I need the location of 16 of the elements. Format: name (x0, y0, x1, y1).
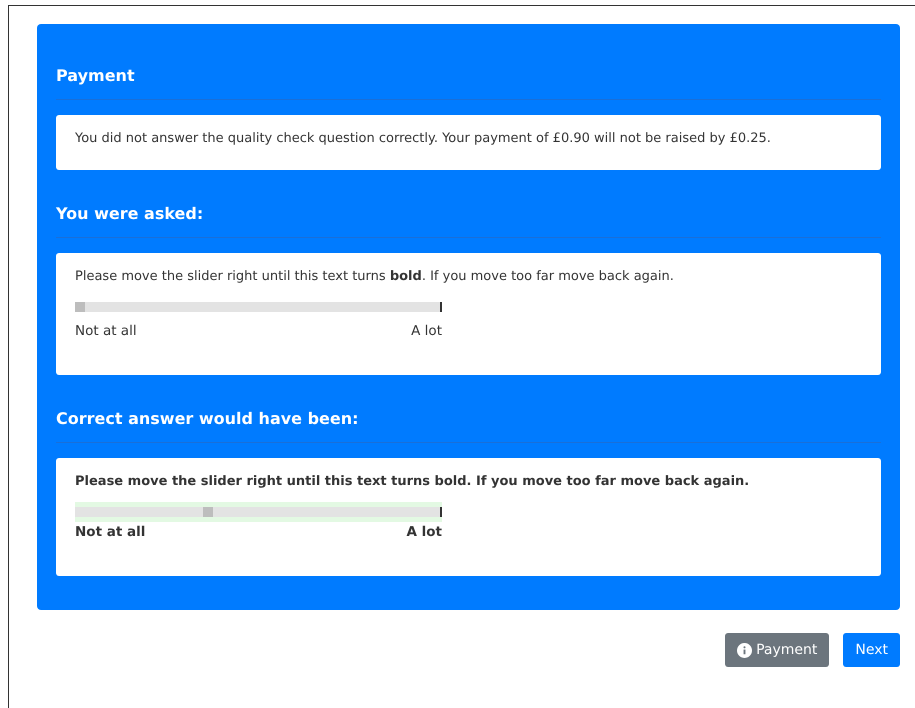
section-heading: Correct answer would have been: (56, 409, 881, 443)
section-heading: Payment (56, 66, 881, 100)
next-button[interactable]: Next (843, 633, 900, 667)
slider-thumb[interactable] (75, 302, 85, 312)
slider-thumb[interactable] (202, 507, 213, 517)
payment-message: You did not answer the quality check question correctly. Your payment of £0.90 will not be raised by £0.25. (75, 130, 772, 148)
section-heading: You were asked: (56, 204, 881, 238)
slider-min-label: Not at all (75, 323, 137, 339)
slider-max-label: A lot (406, 524, 442, 540)
question-text: Please move the slider right until this text turns bold. If you move too far move back again. (75, 268, 675, 286)
slider[interactable] (75, 302, 442, 312)
question-text: Please move the slider right until this text turns bold. If you move too far move back again. (75, 473, 750, 491)
payment-button[interactable]: Payment (725, 633, 830, 667)
slider[interactable] (75, 507, 442, 517)
slider-max-label: A lot (411, 323, 442, 339)
slider-min-label: Not at all (75, 524, 146, 540)
